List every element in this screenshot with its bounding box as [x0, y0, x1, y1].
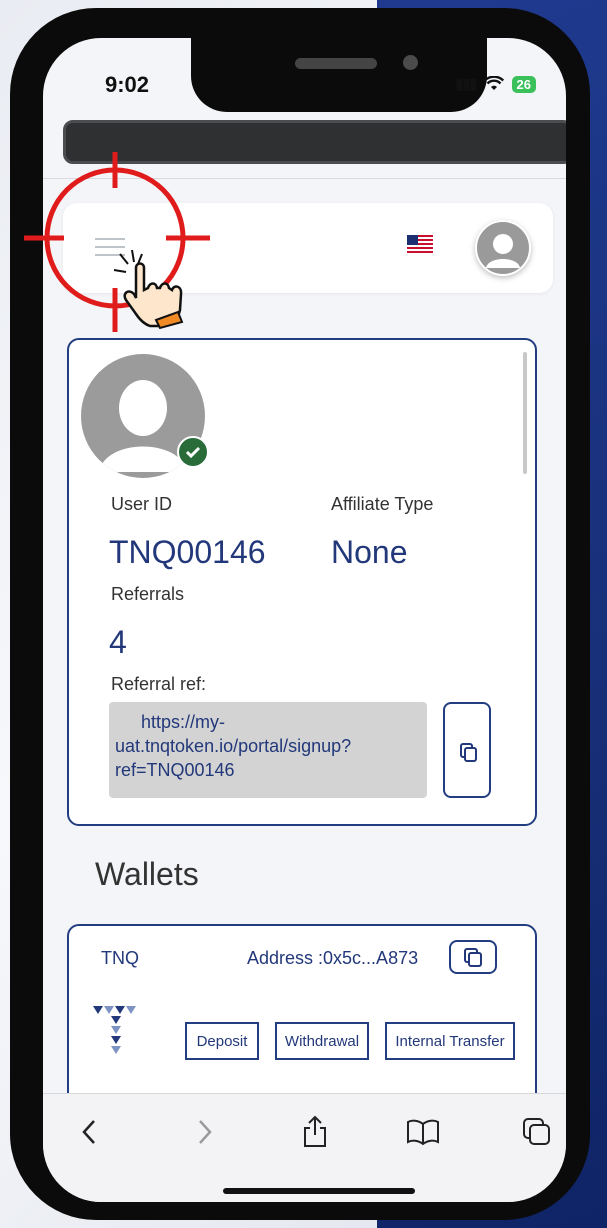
tabs-icon[interactable] — [517, 1112, 557, 1152]
affiliate-type-value: None — [331, 534, 408, 570]
copy-icon — [464, 948, 482, 967]
notch — [191, 38, 487, 112]
affiliate-type-label: Affiliate Type — [331, 494, 434, 514]
status-time: 9:02 — [105, 72, 150, 97]
internal-transfer-button[interactable]: Internal Transfer — [385, 1022, 515, 1060]
us-flag-icon[interactable] — [407, 235, 433, 253]
battery-icon: 26 — [511, 75, 536, 93]
verified-check-icon — [177, 436, 209, 468]
back-icon[interactable] — [69, 1112, 109, 1152]
user-avatar-icon[interactable] — [475, 220, 531, 276]
wifi-icon — [483, 76, 504, 90]
referrals-label: Referrals — [111, 584, 185, 604]
referral-link-line1: https://my- — [141, 712, 226, 732]
referral-link-box[interactable]: https://my- uat.tnqtoken.io/portal/signu… — [109, 702, 427, 798]
copy-icon — [460, 743, 477, 762]
referrals-value: 4 — [109, 624, 127, 660]
withdrawal-button[interactable]: Withdrawal — [275, 1022, 369, 1060]
tap-hand-icon — [113, 249, 184, 330]
copy-address-button[interactable] — [449, 940, 497, 974]
home-indicator — [223, 1188, 415, 1194]
wallet-token: TNQ — [101, 948, 139, 968]
browser-toolbar — [43, 1093, 566, 1202]
status-icons: ▮▮▮ 26 — [455, 74, 536, 94]
user-id-label: User ID — [111, 494, 173, 514]
copy-referral-button[interactable] — [443, 702, 491, 798]
deposit-button[interactable]: Deposit — [185, 1022, 259, 1060]
referral-link-line2: uat.tnqtoken.io/portal/signup? — [115, 736, 352, 756]
tnq-logo-icon — [93, 1006, 136, 1054]
signal-icon: ▮▮▮ — [455, 76, 477, 93]
wallet-address: Address :0x5c...A873 — [247, 948, 419, 968]
user-id-value: TNQ00146 — [109, 534, 266, 570]
referral-link-line3: ref=TNQ00146 — [115, 760, 235, 780]
scrollbar[interactable] — [523, 352, 527, 474]
forward-icon[interactable] — [185, 1112, 225, 1152]
profile-card: User ID Affiliate Type TNQ00146 None Ref… — [67, 338, 537, 826]
referral-ref-label: Referral ref: — [111, 674, 207, 694]
bookmarks-icon[interactable] — [403, 1112, 443, 1152]
speaker — [295, 58, 377, 69]
wallets-heading: Wallets — [95, 856, 199, 892]
share-icon[interactable] — [295, 1112, 335, 1152]
camera — [403, 55, 418, 70]
